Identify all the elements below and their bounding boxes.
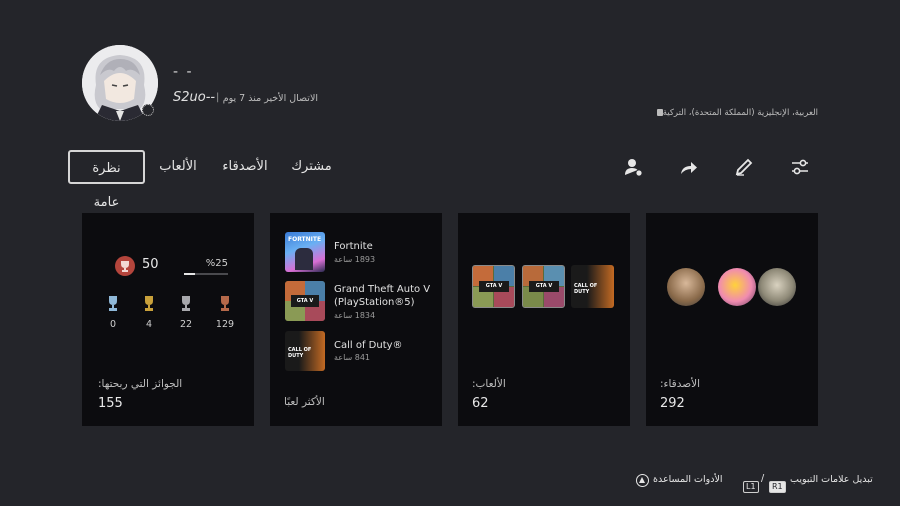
game-title: Call of Duty® xyxy=(334,340,403,351)
trophy-level: 50 xyxy=(142,257,159,272)
friends-label: الأصدقاء: xyxy=(660,378,701,390)
display-name: - - xyxy=(173,64,194,80)
game-hours: 841 ساعة xyxy=(334,353,371,362)
gta-v-cover: GTA V xyxy=(472,265,515,308)
friend-avatar[interactable] xyxy=(667,268,705,306)
gold-trophy-icon xyxy=(145,296,153,311)
game-hours: 1834 ساعة xyxy=(334,311,376,320)
tab-games[interactable]: الألعاب xyxy=(156,150,200,184)
bronze-count: 129 xyxy=(215,319,235,330)
gta-v-cover: GTA V xyxy=(522,265,565,308)
friend-avatar[interactable] xyxy=(718,268,756,306)
trophy-progress-track xyxy=(184,273,228,275)
languages: العربية، الإنجليزية (المملكة المتحدة)، ا… xyxy=(653,108,818,118)
call-of-duty-cover: CALL OF DUTY xyxy=(571,265,614,308)
silver-trophy-icon xyxy=(182,296,190,311)
friend-avatar[interactable] xyxy=(758,268,796,306)
tab-shared[interactable]: مشترك xyxy=(289,150,334,184)
presence-indicator xyxy=(142,104,154,116)
friends-card[interactable] xyxy=(646,213,818,426)
edit-icon[interactable] xyxy=(732,155,756,179)
l1-key: L1 xyxy=(743,474,759,493)
game-hours: 1893 ساعة xyxy=(334,255,376,264)
friends-count: 292 xyxy=(660,396,685,411)
platinum-count: 0 xyxy=(109,319,117,330)
switch-tabs-label: تبديل علامات التبويب xyxy=(790,474,873,485)
r1-key: R1 xyxy=(769,474,786,493)
triangle-button-icon xyxy=(636,474,649,487)
fortnite-cover: FORTNITE xyxy=(285,232,325,272)
online-id: S2uo-- xyxy=(173,90,216,105)
share-icon[interactable] xyxy=(676,155,700,179)
tab-overview[interactable]: نظرة عامة xyxy=(68,150,145,210)
game-title: Fortnite xyxy=(334,241,373,252)
platinum-trophy: 0 xyxy=(98,295,128,330)
l1-key-label: L1 xyxy=(743,481,759,493)
key-separator: / xyxy=(761,473,765,484)
separator: | xyxy=(216,92,220,103)
gta-v-cover: GTA V xyxy=(285,281,325,321)
gold-trophy: 4 xyxy=(134,295,164,330)
platinum-trophy-icon xyxy=(109,296,117,311)
r1-key-label: R1 xyxy=(769,481,786,493)
add-friend-icon[interactable] xyxy=(621,155,645,179)
games-count: 62 xyxy=(472,396,489,411)
bronze-trophy-icon xyxy=(221,296,229,311)
silver-trophy: 22 xyxy=(171,295,201,330)
trophy-level-icon xyxy=(115,256,135,276)
trophy-progress-fill xyxy=(184,273,195,275)
trophies-label: الجوائز التي ربحتها: xyxy=(98,378,183,390)
gold-count: 4 xyxy=(145,319,153,330)
tools-label: الأدوات المساعدة xyxy=(653,474,723,485)
game-title: Grand Theft Auto V (PlayStation®5) xyxy=(334,284,431,308)
call-of-duty-cover: CALL OF DUTY xyxy=(285,331,325,371)
settings-sliders-icon[interactable] xyxy=(788,155,812,179)
last-online-status: الاتصال الأخير منذ 7 يوم xyxy=(222,93,318,104)
games-label: الألعاب: xyxy=(472,378,506,390)
games-card[interactable] xyxy=(458,213,630,426)
silver-count: 22 xyxy=(179,319,193,330)
languages-text: العربية، الإنجليزية (المملكة المتحدة)، ا… xyxy=(662,108,818,118)
trophy-progress-text: %25 xyxy=(205,258,228,269)
tab-friends[interactable]: الأصدقاء xyxy=(220,150,270,184)
bronze-trophy: 129 xyxy=(210,295,240,330)
trophies-total: 155 xyxy=(98,396,123,411)
most-played-label: الأكثر لعبًا xyxy=(284,396,325,408)
